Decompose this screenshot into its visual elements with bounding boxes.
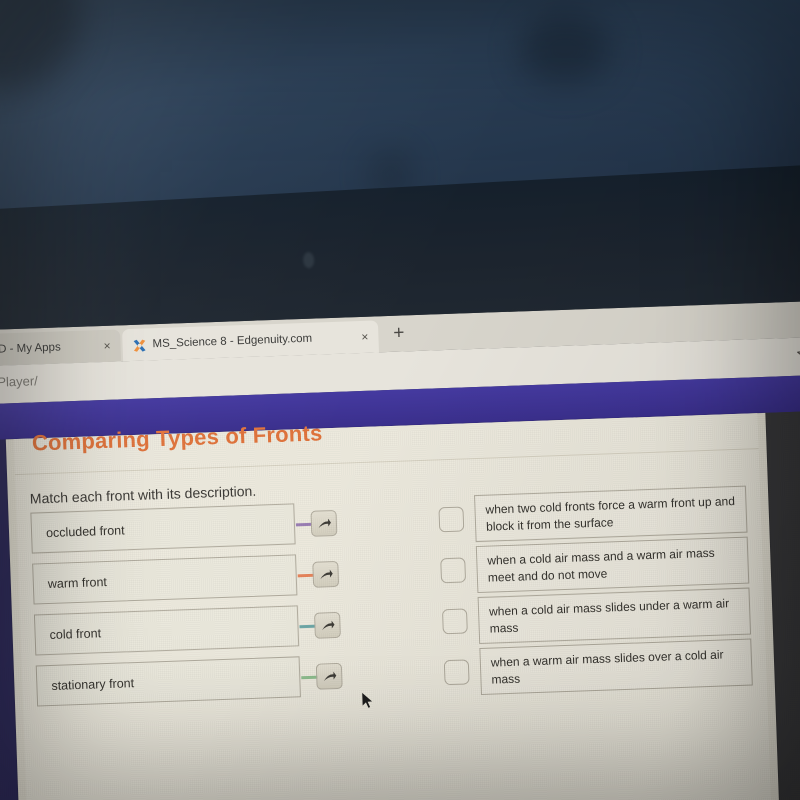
wall-shadow	[0, 0, 80, 90]
description-box[interactable]: when a cold air mass slides under a warm…	[477, 587, 752, 645]
wall-shadow	[520, 15, 610, 85]
term-box[interactable]: stationary front	[35, 656, 301, 707]
drag-handle-button[interactable]	[310, 509, 338, 537]
term-label: cold front	[49, 625, 102, 642]
new-tab-button[interactable]: +	[393, 322, 405, 343]
answer-checkbox[interactable]	[440, 557, 467, 584]
term-label: warm front	[47, 574, 108, 591]
instruction-text: Match each front with its description.	[29, 482, 257, 507]
bookmark-star-icon[interactable]	[796, 345, 800, 363]
edgenuity-x-icon	[132, 338, 146, 352]
drag-handle-button[interactable]	[315, 662, 343, 690]
description-box[interactable]: when a warm air mass slides over a cold …	[479, 638, 753, 696]
drag-handle-button[interactable]	[314, 611, 341, 639]
tab-close-icon[interactable]: ×	[361, 330, 368, 344]
term-label: stationary front	[51, 675, 135, 693]
browser-tab-title: Plano ISD - My Apps	[0, 341, 61, 357]
description-text: when a warm air mass slides over a cold …	[490, 647, 724, 687]
answer-checkbox[interactable]	[441, 608, 468, 635]
address-bar[interactable]: enuity.com/Player/	[0, 373, 38, 392]
term-box[interactable]: cold front	[33, 605, 300, 656]
address-path: /Player/	[0, 373, 39, 390]
answer-checkbox[interactable]	[438, 506, 465, 533]
browser-tab-title: MS_Science 8 - Edgenuity.com	[152, 332, 313, 351]
description-box[interactable]: when a cold air mass and a warm air mass…	[475, 536, 750, 594]
term-box[interactable]: occluded front	[30, 503, 296, 554]
toolbar-icon-group	[796, 343, 800, 363]
answer-checkbox[interactable]	[443, 659, 470, 686]
term-box[interactable]: warm front	[32, 554, 298, 605]
tab-close-icon[interactable]: ×	[103, 339, 110, 353]
monitor-screen: Plano ISD - My Apps × MS_Science 8 - Edg…	[0, 298, 800, 800]
description-text: when a cold air mass and a warm air mass…	[487, 545, 715, 585]
drag-handle-button[interactable]	[312, 560, 340, 588]
webcam-indicator-icon	[302, 251, 315, 269]
matching-activity: occluded front when two cold fronts forc…	[16, 485, 767, 717]
description-text: when two cold fronts force a warm front …	[485, 494, 736, 534]
term-label: occluded front	[45, 522, 125, 540]
photo-of-monitor: Plano ISD - My Apps × MS_Science 8 - Edg…	[0, 0, 800, 800]
description-box[interactable]: when two cold fronts force a warm front …	[474, 485, 748, 543]
lesson-card: Comparing Types of Fronts Match each fro…	[5, 412, 782, 800]
description-text: when a cold air mass slides under a warm…	[488, 596, 730, 636]
lesson-page: Comparing Types of Fronts Match each fro…	[0, 408, 800, 800]
lesson-card-inner: Comparing Types of Fronts Match each fro…	[13, 413, 774, 800]
